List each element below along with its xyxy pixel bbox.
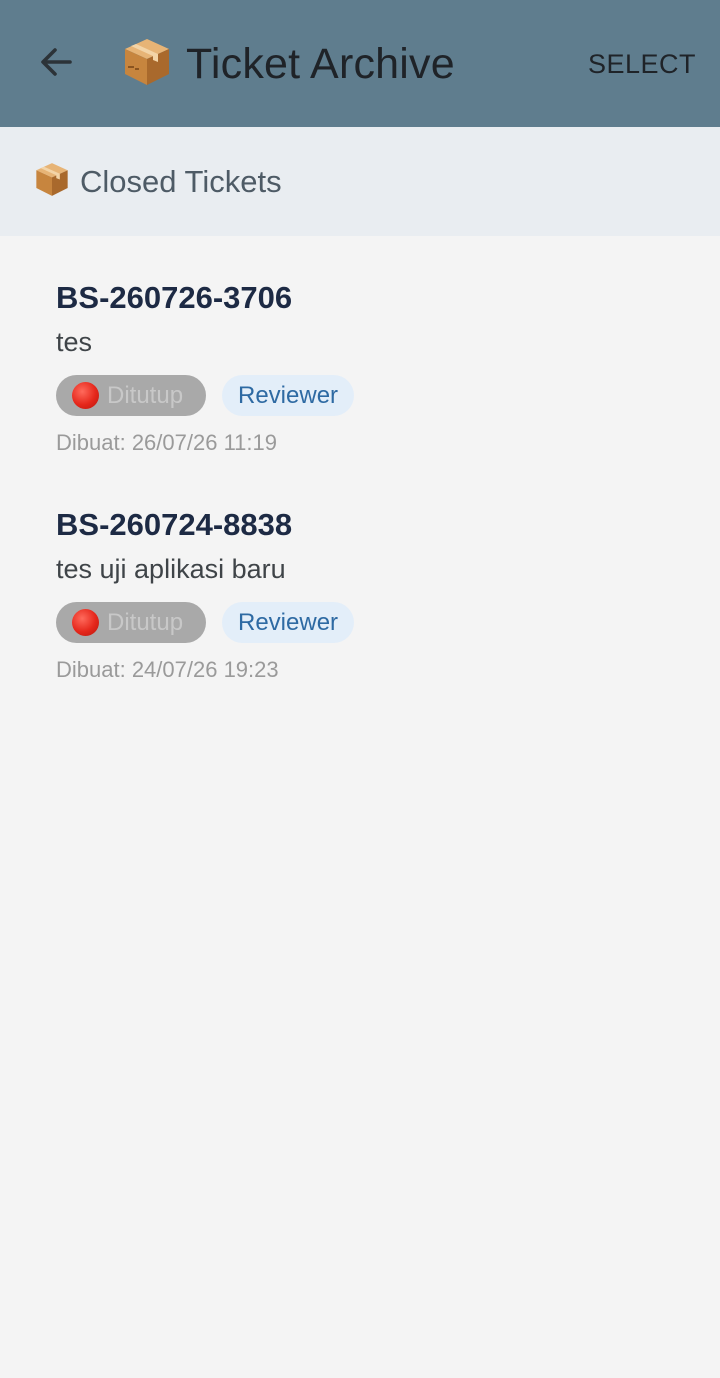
ticket-description: tes bbox=[56, 327, 93, 357]
section-title: Closed Tickets bbox=[80, 163, 282, 199]
package-box-icon bbox=[122, 36, 172, 93]
ticket-created-date: Dibuat: 26/07/26 11:19 bbox=[56, 430, 277, 455]
status-badge: Ditutup bbox=[56, 602, 206, 643]
page-title: Ticket Archive bbox=[186, 39, 455, 88]
arrow-left-icon bbox=[38, 44, 74, 85]
section-header: Closed Tickets bbox=[0, 127, 720, 236]
back-button[interactable] bbox=[28, 36, 84, 92]
ticket-id: BS-260726-3706 bbox=[56, 280, 293, 315]
app-bar: Ticket Archive SELECT bbox=[0, 0, 720, 127]
role-badge: Reviewer bbox=[222, 375, 355, 416]
red-circle-icon bbox=[72, 609, 99, 636]
select-button[interactable]: SELECT bbox=[588, 44, 696, 84]
ticket-item[interactable]: BS-260724-8838 tes uji aplikasi baru Dit… bbox=[56, 505, 676, 685]
page-title-group: Ticket Archive bbox=[122, 34, 455, 94]
ticket-id: BS-260724-8838 bbox=[56, 507, 293, 542]
ticket-created-date: Dibuat: 24/07/26 19:23 bbox=[56, 657, 279, 682]
status-label: Ditutup bbox=[107, 381, 184, 409]
role-badge: Reviewer bbox=[222, 602, 355, 643]
ticket-description: tes uji aplikasi baru bbox=[56, 554, 286, 584]
status-label: Ditutup bbox=[107, 608, 184, 636]
red-circle-icon bbox=[72, 382, 99, 409]
ticket-item[interactable]: BS-260726-3706 tes Ditutup Reviewer Dibu… bbox=[56, 278, 676, 458]
status-badge: Ditutup bbox=[56, 375, 206, 416]
package-box-icon bbox=[34, 161, 70, 203]
